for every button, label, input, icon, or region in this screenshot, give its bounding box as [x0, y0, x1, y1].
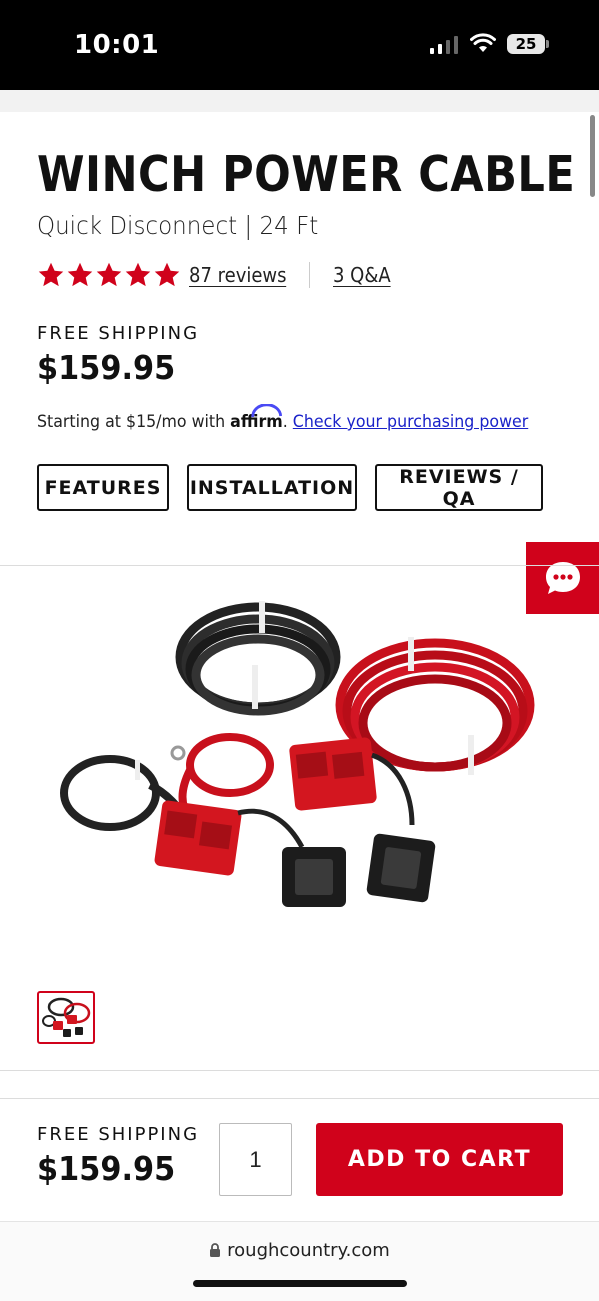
thumbnail-image — [42, 997, 91, 1037]
url-display[interactable]: roughcountry.com — [0, 1240, 599, 1261]
sticky-free-shipping: FREE SHIPPING — [37, 1124, 200, 1145]
star-icon — [125, 262, 151, 287]
add-to-cart-button[interactable]: ADD TO CART — [316, 1123, 563, 1196]
product-subtitle: Quick Disconnect | 24 Ft — [37, 211, 319, 240]
tab-reviews-qa[interactable]: REVIEWS / QA — [375, 464, 543, 511]
product-image[interactable] — [40, 585, 560, 945]
section-divider — [0, 565, 599, 566]
star-icon — [154, 262, 180, 287]
product-thumbnail[interactable] — [37, 991, 95, 1044]
star-icon — [38, 262, 64, 287]
lock-icon — [210, 1243, 221, 1257]
signal-icon — [430, 36, 458, 54]
affirm-prefix: Starting at $15/mo with — [37, 412, 231, 432]
affirm-financing: Starting at $15/mo with affirm. Check yo… — [37, 404, 528, 432]
rating-stars[interactable] — [37, 261, 181, 289]
scrollbar[interactable] — [590, 115, 595, 197]
section-divider — [0, 1070, 599, 1071]
url-text: roughcountry.com — [227, 1240, 390, 1261]
battery-icon: 25 — [507, 34, 545, 54]
status-bar: 10:01 25 — [0, 0, 599, 90]
affirm-arc-icon — [251, 404, 282, 418]
home-indicator[interactable] — [193, 1280, 407, 1287]
tab-features[interactable]: FEATURES — [37, 464, 169, 511]
affirm-separator: . — [282, 412, 293, 432]
wifi-icon — [470, 33, 496, 52]
tab-installation[interactable]: INSTALLATION — [187, 464, 357, 511]
product-price: $159.95 — [37, 348, 176, 387]
browser-url-bar[interactable] — [0, 1221, 599, 1301]
battery-tip — [546, 40, 549, 48]
purchasing-power-link[interactable]: Check your purchasing power — [293, 412, 528, 432]
status-time: 10:01 — [74, 30, 160, 60]
product-title: WINCH POWER CABLE — [37, 146, 576, 203]
star-icon — [67, 262, 93, 287]
affirm-logo: affirm — [230, 404, 283, 432]
free-shipping-label: FREE SHIPPING — [37, 323, 200, 344]
qa-link[interactable]: 3 Q&A — [333, 264, 391, 287]
reviews-link[interactable]: 87 reviews — [189, 264, 287, 287]
rating-divider — [309, 262, 310, 288]
sticky-price: $159.95 — [37, 1149, 176, 1188]
star-icon — [96, 262, 122, 287]
page-top-strip — [0, 90, 599, 112]
quantity-input[interactable] — [219, 1123, 292, 1196]
